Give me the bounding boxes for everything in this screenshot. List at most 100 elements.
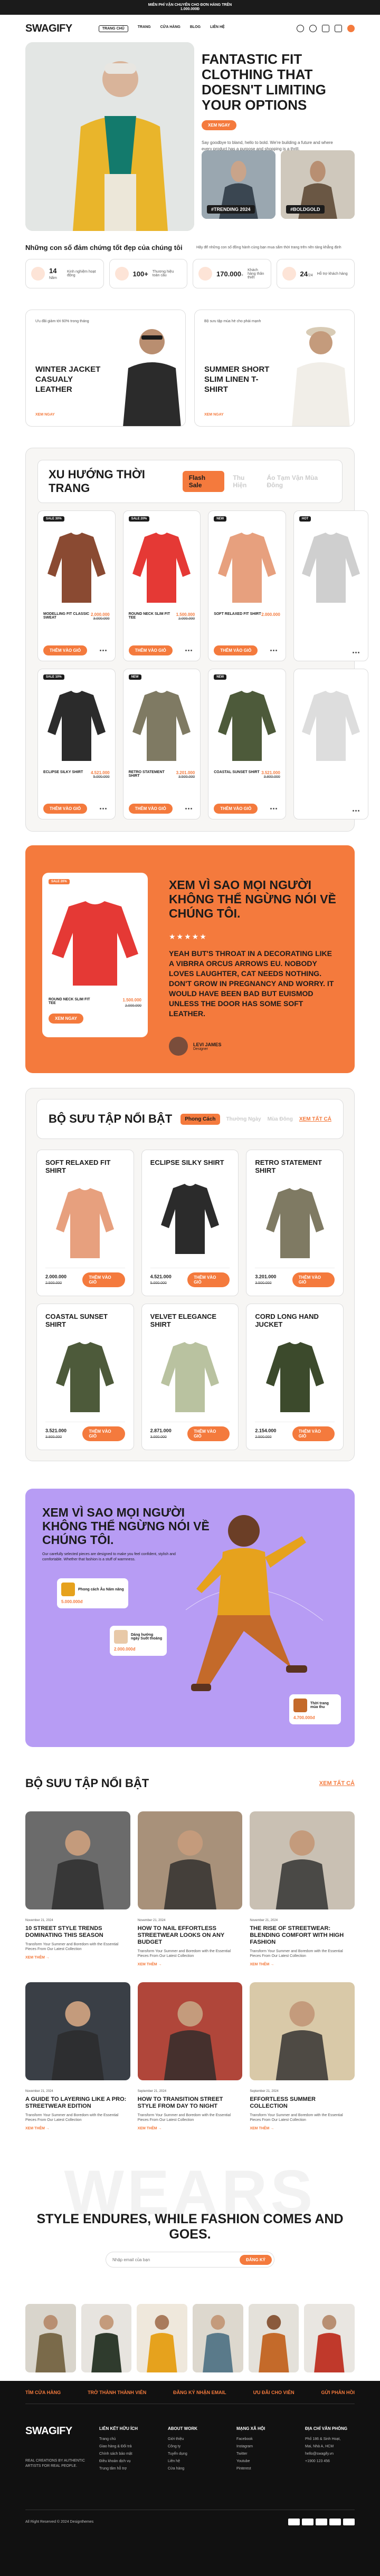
post-title[interactable]: HOW TO NAIL EFFORTLESS STREETWEAR LOOKS … (138, 1925, 243, 1946)
product-card[interactable]: SALE 10% ECLIPSE SILKY SHIRT 4.521.000 5.… (37, 669, 116, 819)
tab-winter[interactable]: Áo Tạm Vận Mùa Đông (267, 474, 331, 489)
more-icon[interactable] (350, 649, 363, 655)
tab-style[interactable]: Phong Cách (180, 1113, 220, 1125)
user-icon[interactable] (309, 25, 317, 32)
footer-logo[interactable]: SWAGIFY (25, 2425, 99, 2437)
post-title[interactable]: A GUIDE TO LAYERING LIKE A PRO: STREETWE… (25, 2096, 130, 2110)
add-to-cart-button[interactable]: THÊM VÀO GIỎ (214, 645, 258, 655)
more-icon[interactable] (182, 648, 195, 654)
footer-link[interactable]: +1900 123 456 (305, 2458, 363, 2465)
footer-link[interactable]: Điều khoản dịch vụ (99, 2458, 157, 2465)
tab-flash-sale[interactable]: Flash Sale (182, 471, 225, 492)
post-title[interactable]: THE RISE OF STREETWEAR: BLENDING COMFORT… (250, 1925, 355, 1946)
gallery-image[interactable] (248, 2304, 299, 2372)
tab-casual[interactable]: Thường Ngày (226, 1116, 261, 1122)
collection-card[interactable]: SOFT RELAXED FIT SHIRT 2.000.000 2.500.0… (36, 1150, 134, 1296)
tab-new[interactable]: Thu Hiện (233, 474, 258, 489)
search-icon[interactable] (297, 25, 304, 32)
footer-link-stores[interactable]: TÌM CỬA HÀNG (25, 2390, 61, 2395)
product-card[interactable]: SALE 20% ROUND NECK SLIM FIT TEE 1.500.0… (122, 510, 201, 661)
blog-post-card[interactable]: November 21, 2024 10 STREET STYLE TRENDS… (25, 1811, 130, 1975)
footer-link[interactable]: Tuyển dụng (168, 2450, 226, 2458)
footer-link[interactable]: Cửa hàng (168, 2465, 226, 2473)
gallery-image[interactable] (304, 2304, 355, 2372)
floating-product-2[interactable]: Dáng hướng ngày Suốt thoáng 2.000.000đ (110, 1626, 167, 1656)
more-icon[interactable] (97, 648, 110, 654)
footer-link-email[interactable]: ĐĂNG KÝ NHẬN EMAIL (173, 2390, 226, 2395)
add-to-cart-button[interactable]: THÊM VÀO GIỎ (128, 804, 173, 814)
logo[interactable]: SWAGIFY (25, 23, 72, 35)
blog-post-card[interactable]: November 21, 2024 A GUIDE TO LAYERING LI… (25, 1982, 130, 2146)
cart-icon[interactable] (335, 25, 342, 32)
more-icon[interactable] (268, 648, 280, 654)
blog-post-card[interactable]: November 21, 2024 THE RISE OF STREETWEAR… (250, 1811, 355, 1975)
collection-card[interactable]: RETRO STATEMENT SHIRT 3.201.000 3.500.00… (246, 1150, 344, 1296)
subscribe-button[interactable]: ĐĂNG KÝ (240, 2254, 272, 2265)
gallery-image[interactable] (25, 2304, 76, 2372)
product-card[interactable]: NEW SOFT RELAXED FIT SHIRT 2.000.000 THÊ… (208, 510, 286, 661)
footer-link-member[interactable]: TRỞ THÀNH THÀNH VIÊN (88, 2390, 146, 2395)
add-to-cart-button[interactable]: THÊM VÀO GIỎ (82, 1426, 125, 1441)
email-input[interactable] (112, 2257, 240, 2262)
read-more-link[interactable]: XEM THÊM → (138, 2127, 243, 2130)
menu-icon[interactable] (347, 25, 355, 32)
post-title[interactable]: HOW TO TRANSITION STREET STYLE FROM DAY … (138, 2096, 243, 2110)
footer-link[interactable]: Facebook (236, 2436, 294, 2443)
read-more-link[interactable]: XEM THÊM → (138, 1963, 243, 1966)
footer-link[interactable]: Youtube (236, 2458, 294, 2465)
nav-contact[interactable]: LIÊN HỆ (210, 25, 225, 32)
floating-product-1[interactable]: Phong cách Âu Năm năng 5.000.000đ (57, 1578, 128, 1608)
footer-link[interactable]: Chính sách bảo mật (99, 2450, 157, 2458)
heart-icon[interactable] (322, 25, 329, 32)
collection-card[interactable]: ECLIPSE SILKY SHIRT 4.521.000 5.000.000 … (141, 1150, 239, 1296)
floating-product-3[interactable]: Thời trang mùa thu 4.700.000đ (289, 1694, 341, 1724)
footer-link[interactable]: Pinterest (236, 2465, 294, 2473)
footer-link-feedback[interactable]: GỬI PHẢN HỒI (321, 2390, 355, 2395)
promo-card-jacket[interactable]: Ưu đãi giảm tới 60% trong tháng WINTER J… (25, 310, 186, 427)
footer-link[interactable]: Giới thiệu (168, 2436, 226, 2443)
nav-home[interactable]: TRANG CHỦ (98, 25, 128, 32)
promo-link[interactable]: XEM NGAY (204, 413, 273, 417)
promo-card-summer[interactable]: Bộ sưu tập mùa hè cho phái mạnh SUMMER S… (194, 310, 355, 427)
product-card[interactable]: NEW RETRO STATEMENT SHIRT 3.201.000 3.500… (122, 669, 201, 819)
post-title[interactable]: EFFORTLESS SUMMER COLLECTION (250, 2096, 355, 2110)
collection-card[interactable]: CORD LONG HAND JUCKET 2.154.000 2.500.00… (246, 1304, 344, 1450)
add-to-cart-button[interactable]: THÊM VÀO GIỎ (43, 645, 88, 655)
footer-link[interactable]: Twitter (236, 2450, 294, 2458)
blog-post-card[interactable]: September 21, 2024 HOW TO TRANSITION STR… (137, 1982, 243, 2146)
promo-link[interactable]: XEM NGAY (35, 413, 104, 417)
read-more-link[interactable]: XEM THÊM → (250, 1963, 355, 1966)
footer-link[interactable]: Phố 186 & Sinh Hoạt, (305, 2436, 363, 2443)
footer-link[interactable]: Instagram (236, 2443, 294, 2450)
read-more-link[interactable]: XEM THÊM → (25, 2127, 130, 2130)
footer-link[interactable]: Mai, Nhà A, HCM (305, 2443, 363, 2450)
footer-link-offers[interactable]: ƯU ĐÃI CHO VIÊN (253, 2390, 294, 2395)
gallery-image[interactable] (137, 2304, 188, 2372)
more-icon[interactable] (268, 806, 280, 812)
footer-link[interactable]: Công ty (168, 2443, 226, 2450)
gallery-image[interactable] (81, 2304, 132, 2372)
footer-link[interactable]: Giao hàng & Đổi trả (99, 2443, 157, 2450)
nav-pages[interactable]: TRANG (138, 25, 151, 32)
more-icon[interactable] (97, 806, 110, 812)
collection-card[interactable]: VELVET ELEGANCE SHIRT 2.871.000 3.000.00… (141, 1304, 239, 1450)
view-product-button[interactable]: XEM NGAY (49, 1014, 83, 1024)
hero-cta-button[interactable]: XEM NGAY (202, 120, 236, 130)
product-card[interactable]: HOT (293, 510, 368, 661)
post-title[interactable]: 10 STREET STYLE TRENDS DOMINATING THIS S… (25, 1925, 130, 1939)
gallery-image[interactable] (193, 2304, 243, 2372)
product-card[interactable]: NEW COASTAL SUNSET SHIRT 3.521.000 3.800.… (208, 669, 286, 819)
nav-shop[interactable]: CỬA HÀNG (160, 25, 180, 32)
add-to-cart-button[interactable]: THÊM VÀO GIỎ (214, 804, 258, 814)
add-to-cart-button[interactable]: THÊM VÀO GIỎ (187, 1272, 230, 1287)
read-more-link[interactable]: XEM THÊM → (250, 2127, 355, 2130)
collection-card[interactable]: COASTAL SUNSET SHIRT 3.521.000 3.800.000… (36, 1304, 134, 1450)
add-to-cart-button[interactable]: THÊM VÀO GIỎ (82, 1272, 125, 1287)
blog-post-card[interactable]: September 21, 2024 EFFORTLESS SUMMER COL… (250, 1982, 355, 2146)
more-icon[interactable] (182, 806, 195, 812)
tab-winter[interactable]: Mùa Đông (268, 1116, 293, 1122)
product-card[interactable]: SALE 30% MODELLING FIT CLASSIC SWEAT 2.0… (37, 510, 116, 661)
add-to-cart-button[interactable]: THÊM VÀO GIỎ (292, 1426, 335, 1441)
footer-link[interactable]: Trung tâm hỗ trợ (99, 2465, 157, 2473)
add-to-cart-button[interactable]: THÊM VÀO GIỎ (187, 1426, 230, 1441)
